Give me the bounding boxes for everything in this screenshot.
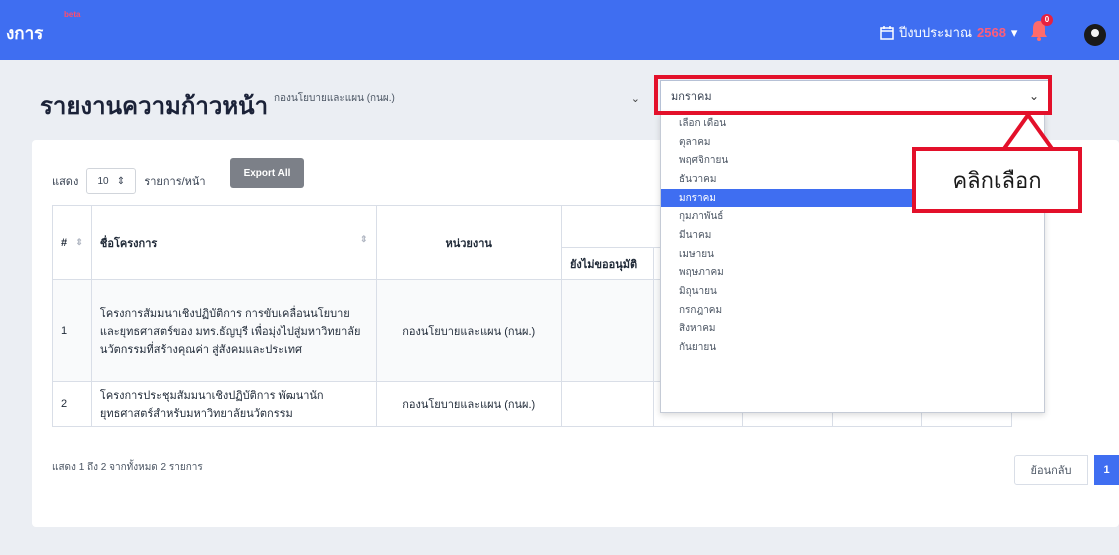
top-navbar: งการ beta ปีงบประมาณ 2568 ▾ 0	[0, 0, 1119, 60]
notification-badge: 0	[1041, 14, 1053, 26]
col-unit-header[interactable]: หน่วยงาน	[375, 205, 562, 280]
page-1-button[interactable]: 1	[1094, 455, 1119, 485]
month-option[interactable]: มีนาคม	[661, 226, 1044, 245]
row-unit: กองนโยบายและแผน (กนผ.)	[375, 381, 562, 427]
month-select[interactable]: มกราคม ⌄	[660, 80, 1050, 112]
col-num-header[interactable]: # ⇕	[52, 205, 92, 280]
month-option[interactable]: กรกฎาคม	[661, 301, 1044, 320]
sort-icon: ⇕	[75, 236, 83, 247]
callout-pointer	[1001, 112, 1055, 152]
page-length-control: แสดง 10 ⇕ รายการ/หน้า	[52, 168, 206, 194]
user-avatar[interactable]	[1084, 24, 1106, 46]
row-project-name: โครงการประชุมสัมมนาเชิงปฏิบัติการ พัฒนาน…	[90, 381, 377, 427]
month-option[interactable]: กันยายน	[661, 338, 1044, 357]
chevron-down-icon: ⌄	[1028, 89, 1039, 103]
calendar-icon	[880, 25, 894, 40]
app-brand[interactable]: งการ	[6, 20, 43, 47]
previous-page-button[interactable]: ย้อนกลับ	[1014, 455, 1088, 485]
fiscal-year-label: ปีงบประมาณ	[899, 25, 972, 40]
per-page-label: รายการ/หน้า	[144, 176, 206, 188]
col-not-requested-header[interactable]: ยังไม่ขออนุมัติ	[560, 247, 654, 280]
month-option[interactable]: พฤษภาคม	[661, 264, 1044, 283]
chevron-down-icon: ⌄	[630, 92, 640, 105]
unit-select-value: กองนโยบายและแผน (กนผ.)	[274, 92, 395, 104]
fiscal-year-value: 2568	[977, 25, 1006, 40]
month-option[interactable]: เมษายน	[661, 245, 1044, 264]
row-num: 2	[52, 381, 92, 427]
row-unit: กองนโยบายและแผน (กนผ.)	[375, 279, 562, 382]
month-option[interactable]: มิถุนายน	[661, 282, 1044, 301]
table-info: แสดง 1 ถึง 2 จากทั้งหมด 2 รายการ	[52, 462, 203, 473]
callout-label: คลิกเลือก	[912, 147, 1082, 213]
export-all-button[interactable]: Export All	[230, 158, 304, 188]
month-select-value: มกราคม	[671, 91, 712, 103]
sort-icon: ⇕	[359, 233, 368, 244]
page-length-select[interactable]: 10 ⇕	[86, 168, 137, 194]
month-option[interactable]: สิงหาคม	[661, 320, 1044, 339]
row-project-name: โครงการสัมมนาเชิงปฏิบัติการ การขับเคลื่อ…	[90, 279, 377, 382]
col-name-header[interactable]: ชื่อโครงการ ⇕	[90, 205, 377, 280]
row-num: 1	[52, 279, 92, 382]
fiscal-year-dropdown[interactable]: ปีงบประมาณ 2568 ▾	[880, 22, 1017, 43]
beta-tag: beta	[64, 10, 81, 19]
show-label: แสดง	[52, 176, 79, 188]
sort-arrows-icon: ⇕	[116, 175, 126, 187]
page-title: รายงานความก้าวหน้า	[40, 93, 269, 120]
month-option[interactable]: เลือก เดือน	[661, 114, 1044, 133]
chevron-down-icon: ▾	[1010, 24, 1018, 40]
page-length-value: 10	[97, 175, 109, 187]
unit-select[interactable]: กองนโยบายและแผน (กนผ.) ⌄	[264, 85, 650, 111]
